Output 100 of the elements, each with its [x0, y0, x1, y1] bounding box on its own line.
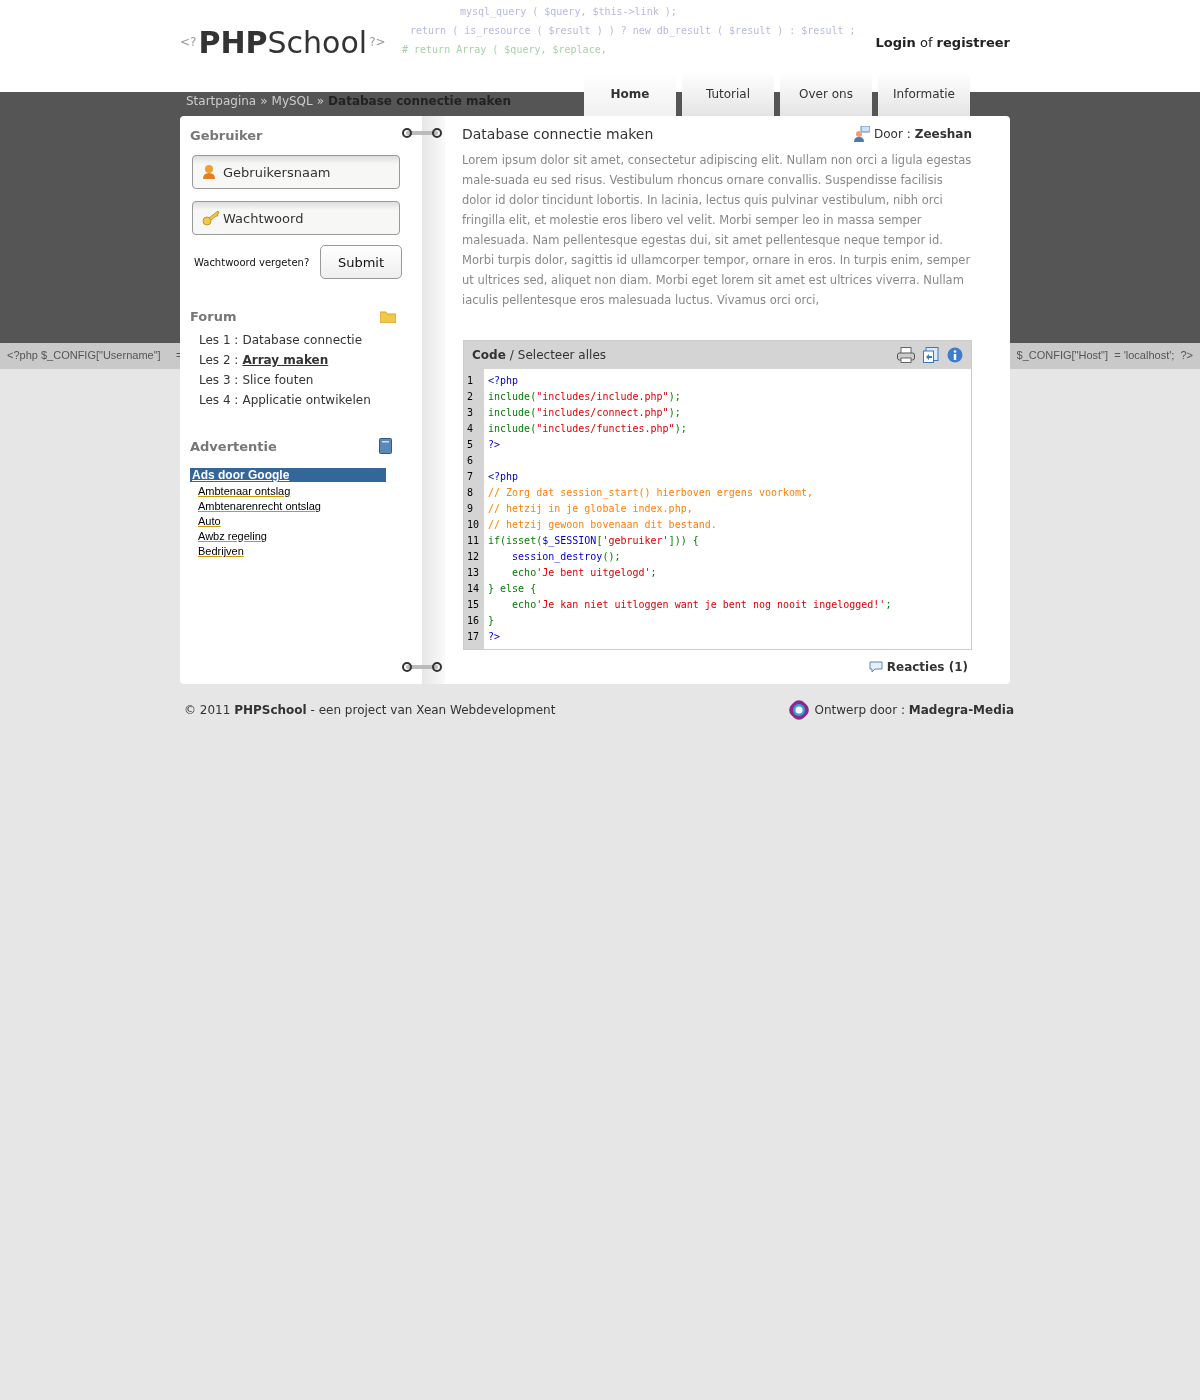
config-code-text: $_CONFIG["Host"] = 'localhost'; ?> [1016, 349, 1193, 361]
ad-link[interactable]: Auto [198, 514, 221, 529]
code-token: "includes/connect.php" [536, 407, 669, 418]
code-token: // hetzij in je globale index.php, [488, 503, 693, 514]
ring-binder-icon [402, 128, 442, 138]
code-token: // Zorg dat session_start() hierboven ergens voorkomt, [488, 487, 814, 498]
line-number: 12 [467, 550, 481, 564]
code-token: ])) { [668, 535, 699, 546]
section-title: Forum [190, 309, 237, 324]
forgot-password-link[interactable]: Wachtwoord vergeten? [194, 256, 310, 268]
code-token: "includes/functies.php" [536, 423, 675, 434]
article-body: Lorem ipsum dolor sit amet, consectetur adipiscing elit. Nullam non orci a ligula egestas male-suada eu sed risus. Vestibulum rhoncus ornare convallis. Suspendisse facilisis dolor id dolor tincidunt lobortis. In lacinia, lectus quis pulvinar vestibulum, nibh orci fringilla elit, et molestie eros libero vel velit. Morbi semper leo in massa semper malesuada. Nam pellentesque egestas dui, sit amet pellentesque neque tempor id. Morbi turpis dolor, sagittis id ullamcorper tempor, ornare in eros. In turpis enim, semper ut ultrices sed, aliquet non diam. Morbi eget lorem sit amet est ultrices viverra. Nullam iaculis pellentesque eros malesuada luctus. Vivamus orci orci, [462, 152, 972, 309]
line-number: 16 [467, 614, 481, 628]
code-token: } [488, 615, 495, 626]
lesson-link[interactable]: Applicatie ontwikelen [242, 392, 371, 408]
code-title: Code [472, 348, 506, 362]
copy-icon[interactable] [923, 347, 939, 363]
ad-link[interactable]: Bedrijven [198, 544, 244, 559]
author-label: Door : [873, 127, 911, 141]
line-number: 4 [467, 422, 475, 436]
line-number: 5 [467, 438, 475, 452]
line-number: 15 [467, 598, 481, 612]
lesson-number: Les 2 : [199, 352, 239, 368]
folder-icon [380, 310, 396, 323]
author-icon [853, 126, 870, 142]
code-token: } else { [488, 583, 537, 594]
code-token: $_SESSION [542, 535, 597, 546]
code-token: 'Je bent uitgelogd' [536, 567, 651, 578]
code-token: "includes/include.php" [536, 391, 669, 402]
ad-link[interactable]: Awbz regeling [198, 529, 267, 544]
code-token: if(isset( [488, 535, 543, 546]
user-icon [202, 164, 216, 180]
code-token: include( [488, 407, 537, 418]
speech-bubble-icon [868, 661, 883, 673]
code-token: ); [668, 391, 681, 402]
ad-link[interactable]: Ambtenarenrecht ontslag [198, 499, 321, 514]
ring-binder-icon [402, 662, 442, 672]
background-code-text: return ( is_resource ( $result ) ) ? new db_result ( $result ) : $result ; [410, 25, 856, 36]
ads-heading-link[interactable]: Ads door Google [190, 468, 386, 482]
code-token: ; [650, 567, 657, 578]
code-token: ; [885, 599, 892, 610]
code-token: ?> [488, 439, 501, 450]
breadcrumb-link[interactable]: Startpagina [186, 94, 257, 108]
design-credit-text: Ontwerp door : Madegra-Media [814, 703, 1014, 717]
key-icon [202, 210, 220, 226]
code-token: ); [674, 423, 687, 434]
copyright-text: © 2011 PHPSchool - een project van Xean Webdevelopment [184, 703, 556, 717]
lesson-number: Les 3 : [199, 372, 239, 388]
line-number: 3 [467, 406, 475, 420]
code-separator: / [509, 348, 514, 362]
print-icon[interactable] [897, 347, 915, 363]
article-title: Database connectie maken [462, 126, 654, 142]
line-number: 17 [467, 630, 481, 644]
line-number: 13 [467, 566, 481, 580]
line-number: 7 [467, 470, 475, 484]
code-token: // hetzij gewoon bovenaan dit bestand. [488, 519, 717, 530]
code-token: include( [488, 423, 537, 434]
lesson-number: Les 1 : [199, 332, 239, 348]
background-code-text: mysql_query ( $query, $this->link ); [460, 6, 677, 17]
book-icon [379, 438, 392, 454]
line-number: 1 [467, 374, 475, 388]
line-number: 9 [467, 502, 475, 516]
code-token: ?> [488, 631, 501, 642]
lesson-link[interactable]: Database connectie [242, 332, 363, 348]
code-token: 'gebruiker' [602, 535, 669, 546]
section-title: Advertentie [190, 438, 277, 454]
code-token: include( [488, 391, 537, 402]
site-logo[interactable]: <?PHPSchool?> [180, 24, 386, 60]
code-token: <?php [488, 471, 519, 482]
line-number: 10 [467, 518, 481, 532]
code-token: [ [596, 535, 603, 546]
code-token: echo [511, 567, 537, 578]
line-number: 11 [467, 534, 481, 548]
section-title: Gebruiker [190, 128, 264, 143]
code-token: (); [602, 551, 621, 562]
login-link[interactable]: Login of registreer [875, 34, 1010, 50]
lesson-link[interactable]: Array maken [242, 352, 329, 368]
breadcrumb-separator: » [260, 94, 268, 108]
code-token: echo [511, 599, 537, 610]
ad-link[interactable]: Ambtenaar ontslag [198, 484, 291, 499]
line-number: 6 [467, 454, 475, 468]
lesson-link[interactable]: Slice fouten [242, 372, 314, 388]
line-number: 2 [467, 390, 475, 404]
code-token: <?php [488, 375, 519, 386]
line-number: 8 [467, 486, 475, 500]
info-icon[interactable] [947, 347, 963, 363]
background-code-text: # return Array ( $query, $replace, [402, 44, 607, 55]
lesson-number: Les 4 : [199, 392, 239, 408]
select-all-link[interactable]: Selecteer alles [517, 348, 607, 362]
code-token: ); [668, 407, 681, 418]
line-number: 14 [467, 582, 481, 596]
submit-button[interactable]: Submit [320, 245, 402, 279]
author-name[interactable]: Zeeshan [914, 127, 972, 141]
breadcrumb-separator: » [316, 94, 325, 108]
comments-link[interactable]: Reacties (1) [886, 660, 968, 674]
code-token: session_destroy [511, 551, 603, 562]
breadcrumb-link[interactable]: MySQL [271, 94, 313, 108]
code-token: 'Je kan niet uitloggen want je bent nog nooit ingelogged!' [536, 599, 886, 610]
password-field[interactable]: Wachtwoord [192, 201, 400, 235]
username-field[interactable]: Gebruikersnaam [192, 155, 400, 189]
